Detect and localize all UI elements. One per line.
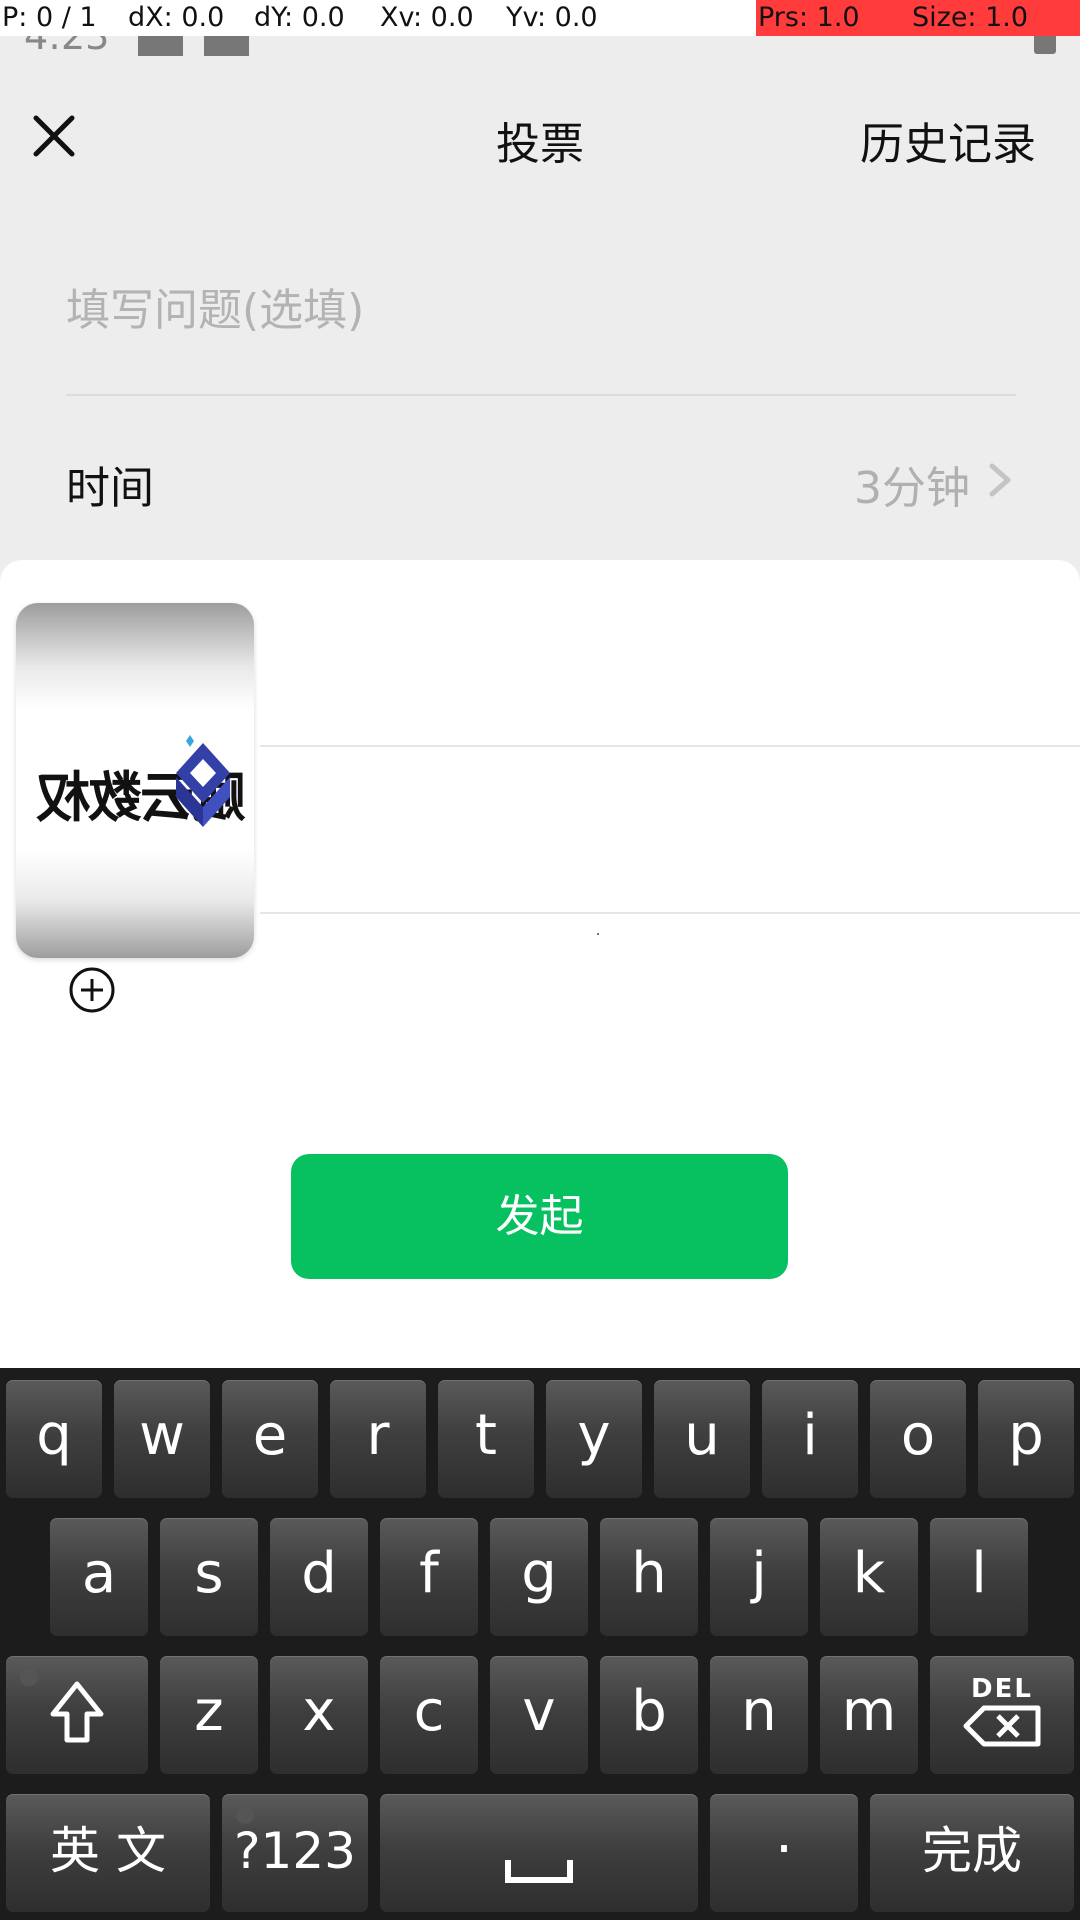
key-s[interactable]: s [160,1518,258,1636]
symbols-indicator [236,1806,254,1824]
key-a[interactable]: a [50,1518,148,1636]
time-label: 时间 [66,463,154,514]
logo-card: 赋云数权 [16,603,254,958]
launch-button[interactable]: 发起 [291,1154,788,1279]
space-key[interactable] [380,1794,698,1912]
key-m[interactable]: m [820,1656,918,1774]
key-i[interactable]: i [762,1380,858,1498]
key-u[interactable]: u [654,1380,750,1498]
del-label: DEL [971,1674,1033,1704]
debug-yv: Yv: 0.0 [506,2,598,33]
history-button[interactable]: 历史记录 [860,108,1036,172]
key-f[interactable]: f [380,1518,478,1636]
space-icon [505,1860,573,1883]
key-e[interactable]: e [222,1380,318,1498]
debug-pressure: Prs: 1.0 [756,0,910,36]
key-p[interactable]: p [978,1380,1074,1498]
key-l[interactable]: l [930,1518,1028,1636]
divider [66,394,1016,396]
option-divider [260,745,1080,747]
option-divider [260,912,1080,914]
key-g[interactable]: g [490,1518,588,1636]
key-v[interactable]: v [490,1656,588,1774]
key-o[interactable]: o [870,1380,966,1498]
symbols-key[interactable]: ?123 [222,1794,368,1912]
key-w[interactable]: w [114,1380,210,1498]
question-input[interactable] [66,278,1016,342]
plus-circle-icon [69,967,115,1013]
backspace-icon [963,1705,1041,1747]
debug-spacer [630,0,756,36]
stray-dot [597,933,599,935]
debug-pointer: P: 0 / 1 [2,2,97,33]
key-c[interactable]: c [380,1656,478,1774]
time-setting-row[interactable]: 时间 3分钟 [0,430,1080,526]
shift-indicator [20,1668,38,1686]
debug-size: Size: 1.0 [910,0,1080,36]
soft-keyboard: q w e r t y u i o p a s d f g h j k l z … [0,1368,1080,1920]
debug-dy: dY: 0.0 [254,2,345,33]
key-z[interactable]: z [160,1656,258,1774]
done-key[interactable]: 完成 [870,1794,1074,1912]
key-d[interactable]: d [270,1518,368,1636]
period-key[interactable]: · [710,1794,858,1912]
key-r[interactable]: r [330,1380,426,1498]
chevron-right-icon [989,463,1011,497]
diamond-logo-icon [176,735,230,827]
add-option-button[interactable] [68,966,116,1014]
key-n[interactable]: n [710,1656,808,1774]
debug-xv: Xv: 0.0 [380,2,474,33]
key-h[interactable]: h [600,1518,698,1636]
shift-icon [50,1681,104,1743]
debug-dx: dX: 0.0 [128,2,225,33]
delete-key[interactable]: DEL [930,1656,1074,1774]
language-switch-key[interactable]: 英 文 [6,1794,210,1912]
time-value: 3分钟 [854,463,970,514]
shift-key[interactable] [6,1656,148,1774]
key-y[interactable]: y [546,1380,642,1498]
key-k[interactable]: k [820,1518,918,1636]
debug-overlay: P: 0 / 1 dX: 0.0 dY: 0.0 Xv: 0.0 Yv: 0.0… [0,0,1080,36]
key-q[interactable]: q [6,1380,102,1498]
key-t[interactable]: t [438,1380,534,1498]
top-bar: 投票 历史记录 [0,70,1080,205]
key-j[interactable]: j [710,1518,808,1636]
key-b[interactable]: b [600,1656,698,1774]
key-x[interactable]: x [270,1656,368,1774]
